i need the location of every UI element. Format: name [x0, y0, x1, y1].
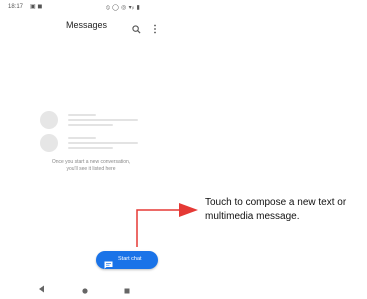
start-chat-label: Start chat — [118, 256, 142, 262]
placeholder-avatar — [40, 111, 58, 129]
start-chat-button[interactable]: Start chat — [96, 251, 158, 269]
empty-state-line: Once you start a new conversation, — [51, 159, 131, 165]
chat-icon — [104, 256, 113, 274]
page-title: Messages — [66, 20, 108, 30]
annotation-callout: Touch to compose a new text or multimedi… — [205, 197, 347, 222]
back-icon[interactable] — [38, 280, 45, 298]
placeholder-line — [68, 137, 96, 139]
app-bar: Messages — [0, 16, 178, 38]
placeholder-line — [68, 119, 138, 121]
placeholder-avatar — [40, 134, 58, 152]
empty-state-line: you'll see it listed here — [66, 166, 116, 172]
status-time: 18:17 — [8, 4, 24, 10]
phone-screen: 18:17 ▣ ◼ ⦸ ◯ ◎ ▾ᵢₗ ▮ Messages Once you … — [0, 0, 178, 294]
system-nav-bar — [0, 276, 178, 294]
status-bar: 18:17 ▣ ◼ ⦸ ◯ ◎ ▾ᵢₗ ▮ — [0, 0, 178, 16]
placeholder-line — [68, 114, 96, 116]
more-vert-icon[interactable] — [153, 21, 157, 39]
empty-state-illustration — [38, 108, 148, 158]
recents-icon[interactable] — [124, 281, 130, 299]
empty-state-text: Once you start a new conversation, you'l… — [16, 159, 166, 173]
search-icon[interactable] — [132, 21, 141, 39]
placeholder-line — [68, 142, 138, 144]
home-icon[interactable] — [82, 281, 88, 299]
notification-icons: ▣ ◼ — [30, 4, 43, 10]
placeholder-line — [68, 147, 113, 149]
placeholder-line — [68, 124, 113, 126]
system-status-icons: ⦸ ◯ ◎ ▾ᵢₗ ▮ — [106, 5, 141, 11]
